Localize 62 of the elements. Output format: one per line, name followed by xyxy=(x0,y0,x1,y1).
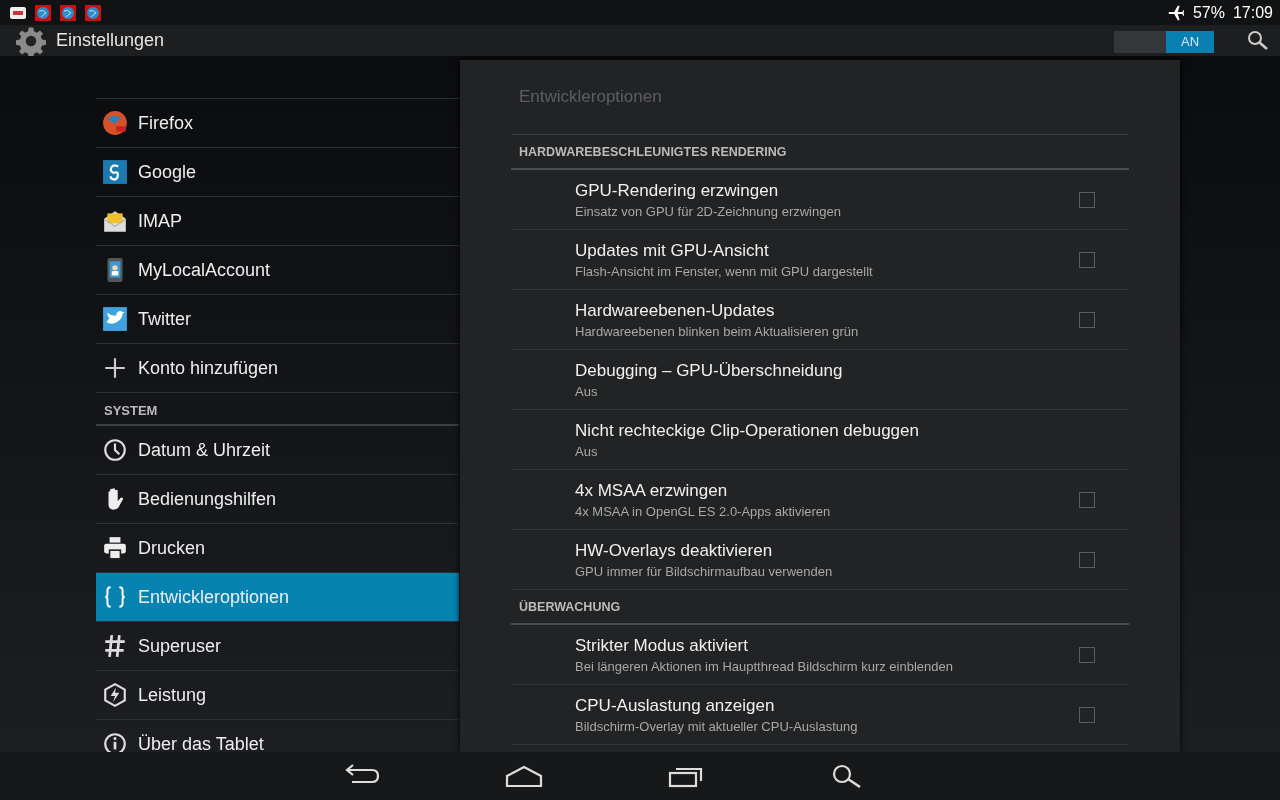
setting-summary: GPU immer für Bildschirmaufbau verwenden xyxy=(575,563,834,579)
plus-icon xyxy=(102,355,128,381)
setting-title[interactable]: Nicht rechteckige Clip-Operationen debuggen xyxy=(575,420,1095,441)
setting-summary: Flash-Ansicht im Fenster, wenn mit GPU dargestellt xyxy=(575,263,874,279)
sidebar-item[interactable]: Leistung xyxy=(96,671,459,720)
checkbox[interactable] xyxy=(1079,311,1095,328)
setting-title[interactable]: Strikter Modus aktiviert xyxy=(575,635,1079,656)
notification-icon xyxy=(10,4,26,21)
sidebar-item[interactable]: Superuser xyxy=(96,622,459,671)
sidebar-item[interactable]: Firefox xyxy=(96,99,459,148)
setting-title[interactable]: 4x MSAA erzwingen xyxy=(575,480,1079,501)
home-icon[interactable] xyxy=(504,764,544,788)
toggle-switch[interactable]: AN xyxy=(1114,30,1214,53)
sidebar-item[interactable]: Bedienungshilfen xyxy=(96,475,459,524)
dialog-title: Entwickleroptionen xyxy=(511,60,1129,135)
setting-title[interactable]: CPU-Auslastung anzeigen xyxy=(575,695,1079,716)
airplane-icon xyxy=(1166,3,1185,22)
checkbox[interactable] xyxy=(1079,551,1095,568)
checkbox[interactable] xyxy=(1079,646,1095,663)
globe-icon xyxy=(35,4,51,21)
battery-level: 57% xyxy=(1192,3,1225,22)
setting-title[interactable]: Debugging – GPU-Überschneidung xyxy=(575,360,1095,381)
bird-icon xyxy=(102,306,128,332)
hash-icon xyxy=(102,633,128,659)
sidebar-item[interactable]: Twitter xyxy=(96,295,459,344)
setting-title[interactable]: Hardwareebenen-Updates xyxy=(575,300,1079,321)
sidebar-item[interactable]: IMAP xyxy=(96,197,459,246)
gear-icon[interactable] xyxy=(16,25,46,56)
clock-time: 17:09 xyxy=(1232,3,1273,22)
lightning-icon xyxy=(102,682,128,708)
braces-icon xyxy=(102,584,128,610)
setting-title[interactable]: HW-Overlays deaktivieren xyxy=(575,540,1079,561)
group-header: ÜBERWACHUNG xyxy=(511,590,1129,625)
checkbox[interactable] xyxy=(1079,251,1095,268)
globe-icon xyxy=(102,110,128,136)
sidebar-item[interactable]: Datum & Uhrzeit xyxy=(96,426,459,475)
sidebar-item[interactable]: MyLocalAccount xyxy=(96,246,459,295)
setting-summary: Bildschirm-Overlay mit aktueller CPU-Auslastung xyxy=(575,718,859,734)
setting-title[interactable]: Updates mit GPU-Ansicht xyxy=(575,240,1079,261)
globe-icon xyxy=(85,4,101,21)
app-title: Einstellungen xyxy=(56,30,165,51)
setting-summary: 4x MSAA in OpenGL ES 2.0-Apps aktivieren xyxy=(575,503,832,519)
clock-icon xyxy=(102,437,128,463)
letter-tile-icon xyxy=(102,159,128,185)
section-header: SYSTEM xyxy=(96,393,459,426)
globe-icon xyxy=(60,4,76,21)
setting-summary: Aus xyxy=(575,383,599,399)
sidebar-item[interactable]: Entwickleroptionen xyxy=(96,573,459,622)
setting-summary: Aus xyxy=(575,443,599,459)
sidebar-item[interactable]: Google xyxy=(96,148,459,197)
setting-title[interactable]: GPU-Rendering erzwingen xyxy=(575,180,1079,201)
checkbox[interactable] xyxy=(1079,706,1095,723)
setting-summary: Einsatz von GPU für 2D-Zeichnung erzwingen xyxy=(575,203,842,219)
checkbox[interactable] xyxy=(1079,191,1095,208)
setting-summary: Bei längeren Aktionen im Hauptthread Bildschirm kurz einblenden xyxy=(575,658,954,674)
setting-summary: Hardwareebenen blinken beim Aktualisieren grün xyxy=(575,323,860,339)
info-icon xyxy=(102,731,128,752)
search-icon[interactable] xyxy=(1246,28,1270,53)
checkbox[interactable] xyxy=(1079,491,1095,508)
group-header: HARDWAREBESCHLEUNIGTES RENDERING xyxy=(511,135,1129,170)
printer-icon xyxy=(102,535,128,561)
sidebar-item[interactable]: Konto hinzufügen xyxy=(96,344,459,393)
